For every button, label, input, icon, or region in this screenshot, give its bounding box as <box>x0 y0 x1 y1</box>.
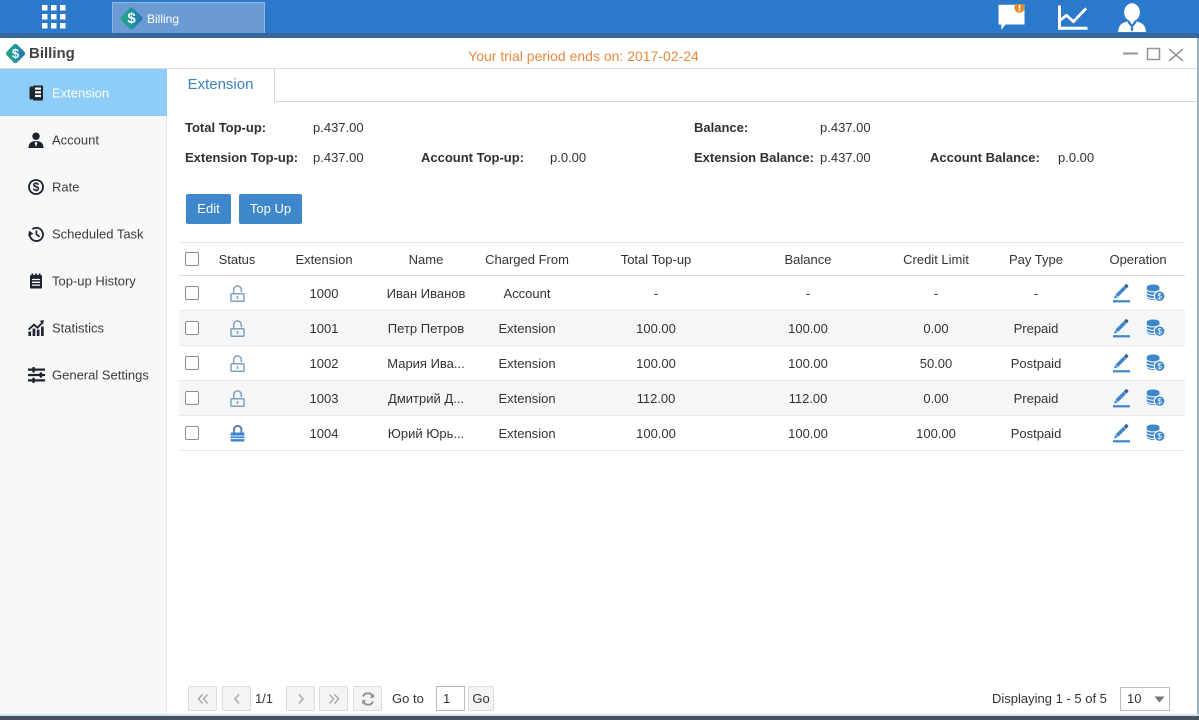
svg-text:$: $ <box>33 180 40 194</box>
